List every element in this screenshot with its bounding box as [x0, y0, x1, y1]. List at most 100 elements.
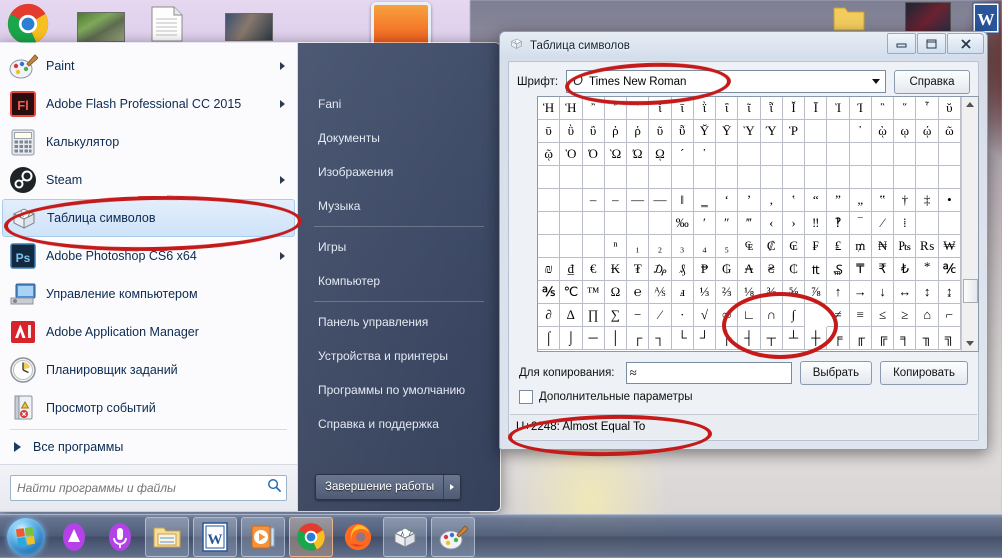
character-cell[interactable]: ⅛: [738, 281, 760, 304]
start-menu-item-calculator[interactable]: Калькулятор: [0, 123, 297, 161]
start-menu-item-task-scheduler[interactable]: Планировщик заданий: [0, 351, 297, 389]
character-cell[interactable]: −: [627, 304, 649, 327]
character-cell[interactable]: ₰: [672, 258, 694, 281]
character-cell[interactable]: ⌐: [939, 304, 961, 327]
character-cell[interactable]: ῦ: [649, 120, 671, 143]
character-cell[interactable]: ₂: [649, 235, 671, 258]
character-cell[interactable]: ₵: [783, 258, 805, 281]
character-cell[interactable]: [583, 166, 605, 189]
character-cell[interactable]: ₥: [850, 235, 872, 258]
character-cell[interactable]: [894, 166, 916, 189]
character-cell[interactable]: ‽: [827, 212, 849, 235]
character-cell[interactable]: ≤: [872, 304, 894, 327]
character-cell[interactable]: [939, 166, 961, 189]
character-cell[interactable]: ┘: [694, 327, 716, 350]
advanced-view-checkbox[interactable]: [519, 390, 533, 404]
character-cell[interactable]: ₅: [716, 235, 738, 258]
character-cell[interactable]: ⃰: [916, 258, 938, 281]
character-cell[interactable]: ’: [738, 189, 760, 212]
character-cell[interactable]: ῼ: [649, 143, 671, 166]
start-menu-item-computer-management[interactable]: Управление компьютером: [0, 275, 297, 313]
character-cell[interactable]: –: [605, 189, 627, 212]
character-cell[interactable]: [716, 143, 738, 166]
character-cell[interactable]: ῠ: [939, 97, 961, 120]
character-cell[interactable]: ‗: [694, 189, 716, 212]
character-cell[interactable]: ₤: [827, 235, 849, 258]
character-cell[interactable]: Ῑ: [805, 97, 827, 120]
character-cell[interactable]: ‒: [583, 189, 605, 212]
chrome-icon[interactable]: [289, 517, 333, 557]
character-cell[interactable]: ₁: [627, 235, 649, 258]
character-cell[interactable]: ⁄: [872, 212, 894, 235]
character-cell[interactable]: ῐ: [649, 97, 671, 120]
character-cell[interactable]: ⅞: [805, 281, 827, 304]
character-cell[interactable]: ⁿ: [605, 235, 627, 258]
charmap-icon[interactable]: λ ʔ: [383, 517, 427, 557]
character-cell[interactable]: [605, 166, 627, 189]
character-cell[interactable]: ™: [583, 281, 605, 304]
minimize-button[interactable]: [887, 33, 916, 54]
photo-thumb-1[interactable]: [77, 12, 125, 42]
microphone-icon[interactable]: [99, 518, 141, 556]
sidebar-item-help-support[interactable]: Справка и поддержка: [298, 407, 500, 441]
scroll-up-arrow-icon[interactable]: [962, 97, 978, 112]
character-cell[interactable]: ‚: [761, 189, 783, 212]
character-cell[interactable]: [827, 143, 849, 166]
character-cell[interactable]: Ὼ: [605, 143, 627, 166]
character-cell[interactable]: [605, 212, 627, 235]
character-cell[interactable]: ′: [694, 212, 716, 235]
character-cell[interactable]: ῍: [583, 97, 605, 120]
character-cell[interactable]: [738, 143, 760, 166]
character-cell[interactable]: ₨: [916, 235, 938, 258]
windows-start-orb-icon[interactable]: [2, 517, 49, 557]
character-cell[interactable]: ῑ: [672, 97, 694, 120]
character-cell[interactable]: ⌠: [538, 327, 560, 350]
character-cell[interactable]: ℁: [538, 281, 560, 304]
charmap-titlebar[interactable]: λ Таблица символов: [500, 32, 987, 59]
scrollbar-thumb[interactable]: [963, 279, 978, 303]
character-cell[interactable]: [916, 212, 938, 235]
character-cell[interactable]: ‹: [761, 212, 783, 235]
character-cell[interactable]: ῤ: [605, 120, 627, 143]
character-cell[interactable]: [649, 166, 671, 189]
character-cell[interactable]: ⅜: [761, 281, 783, 304]
character-cell[interactable]: ₷: [827, 258, 849, 281]
character-cell[interactable]: ₩: [939, 235, 961, 258]
character-cell[interactable]: ₴: [761, 258, 783, 281]
character-cell[interactable]: ╖: [916, 327, 938, 350]
scroll-down-arrow-icon[interactable]: [962, 336, 978, 351]
character-cell[interactable]: Ῥ: [783, 120, 805, 143]
character-cell[interactable]: ↑: [827, 281, 849, 304]
character-cell[interactable]: ₣: [805, 235, 827, 258]
character-cell[interactable]: Ἡ: [538, 97, 560, 120]
start-menu-item-steam[interactable]: Steam: [0, 161, 297, 199]
character-cell[interactable]: ↨: [939, 281, 961, 304]
character-cell[interactable]: ₪: [538, 258, 560, 281]
sidebar-item-documents[interactable]: Документы: [298, 121, 500, 155]
character-cell[interactable]: Ἡ: [560, 97, 582, 120]
shutdown-button[interactable]: Завершение работы: [315, 474, 461, 500]
character-cell[interactable]: [850, 143, 872, 166]
character-cell[interactable]: ┐: [649, 327, 671, 350]
character-cell[interactable]: ⅓: [694, 281, 716, 304]
character-cell[interactable]: ∂: [538, 304, 560, 327]
character-cell[interactable]: [627, 212, 649, 235]
character-cell[interactable]: ∆: [560, 304, 582, 327]
character-cell[interactable]: [872, 166, 894, 189]
character-cell[interactable]: ℃: [560, 281, 582, 304]
help-button[interactable]: Справка: [894, 70, 970, 94]
character-cell[interactable]: ‟: [872, 189, 894, 212]
voice-assistant-icon[interactable]: [53, 518, 95, 556]
character-cell[interactable]: ―: [649, 189, 671, 212]
character-cell[interactable]: Ω: [605, 281, 627, 304]
character-cell[interactable]: ῳ: [894, 120, 916, 143]
character-cell[interactable]: ›: [783, 212, 805, 235]
character-cell[interactable]: [939, 212, 961, 235]
character-cell[interactable]: ─: [583, 327, 605, 350]
character-cell[interactable]: ┌: [627, 327, 649, 350]
character-cell[interactable]: √: [694, 304, 716, 327]
character-cell[interactable]: [538, 235, 560, 258]
word-icon[interactable]: W: [193, 517, 237, 557]
character-cell[interactable]: ↔: [894, 281, 916, 304]
start-menu-item-charmap[interactable]: λ ʔ Таблица символов: [2, 199, 295, 237]
